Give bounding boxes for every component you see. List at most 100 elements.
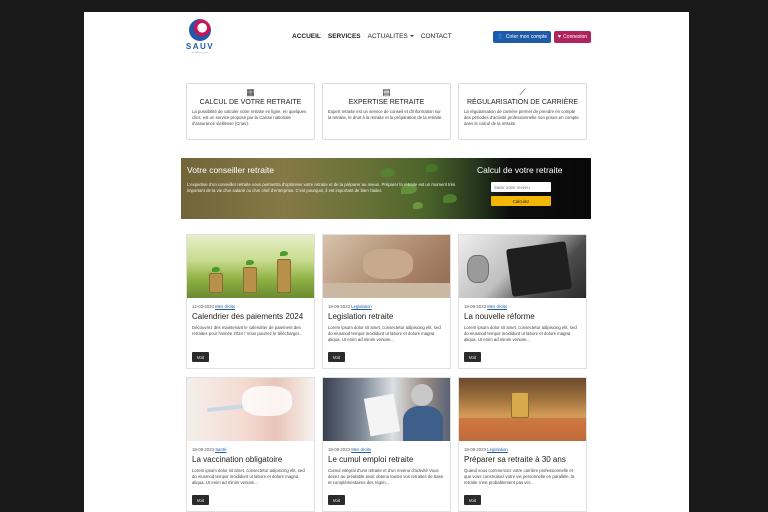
banner-text: L'expertise d'un conseiller retraite vou…: [187, 182, 456, 193]
browser-page: SAUV assurance retraite ACCUEIL SERVICES…: [84, 12, 689, 512]
article-card: 18-09-2023 Mes droits La nouvelle réform…: [458, 234, 587, 369]
woman-reading-image: [323, 378, 450, 441]
view-button[interactable]: Voir: [192, 352, 209, 362]
paper-shape: [363, 393, 401, 437]
card-title: La vaccination obligatoire: [192, 455, 283, 464]
article-card: 18-09-2023 Legislation Préparer sa retra…: [458, 377, 587, 512]
calculate-button[interactable]: Calculez: [491, 196, 551, 206]
nav-actualites-label: ACTUALITES: [367, 33, 408, 40]
card-category[interactable]: Legislation: [351, 304, 372, 309]
article-card: 18-09-2023 Mes droits Le cumul emploi re…: [322, 377, 451, 512]
chevron-down-icon: [409, 35, 414, 38]
elderly-hands-image: [323, 235, 450, 298]
card-date: 18-09-2023: [464, 447, 486, 452]
money-figurines-image: [459, 378, 586, 441]
card-text: Cumul intégral d'une retraite et d'un re…: [328, 468, 444, 485]
login-button[interactable]: ♥ Connexion: [554, 31, 591, 43]
banner-title: Votre conseiller retraite: [187, 165, 274, 175]
advisor-banner: Votre conseiller retraite L'expertise d'…: [181, 158, 591, 219]
create-account-button[interactable]: 👤 Créer mon compte: [493, 31, 551, 43]
sprout: [246, 260, 254, 265]
article-card: 18-09-2023 Legislation Legislation retra…: [322, 234, 451, 369]
card-title: Le cumul emploi retraite: [328, 455, 414, 464]
card-text: Quand vous commencez votre carrière prof…: [464, 468, 575, 485]
service-card-expertise[interactable]: ▤ EXPERTISE RETRAITE Expert retraite est…: [322, 83, 451, 140]
service-title: RÉGULARISATION DE CARRIÈRE: [466, 99, 579, 106]
coins-plants-image: [187, 235, 314, 298]
hands-shape: [363, 249, 413, 279]
article-card: 12-02-2024 Mes droits Calendrier des pai…: [186, 234, 315, 369]
calculator-shape: [505, 241, 573, 297]
card-date: 18-09-2023: [328, 304, 350, 309]
sprout: [212, 267, 220, 272]
article-card: 18-09-2023 Santé La vaccination obligato…: [186, 377, 315, 512]
syringe-shape: [206, 403, 248, 413]
coin-stack: [243, 267, 257, 293]
login-label: Connexion: [563, 34, 588, 40]
service-card-regularisation[interactable]: ⟋ RÉGULARISATION DE CARRIÈRE La régulari…: [458, 83, 587, 140]
card-text: Lorem ipsum dolor sit amet, consectetur …: [328, 325, 441, 342]
service-text: Expert retraite est un service de consei…: [328, 109, 443, 120]
chart-icon: ⟋: [519, 87, 526, 97]
card-category[interactable]: Mes droits: [351, 447, 371, 452]
calendar-icon: ▤: [382, 87, 391, 97]
income-input[interactable]: [491, 182, 551, 192]
card-date: 18-09-2023: [328, 447, 350, 452]
calculator-title: Calcul de votre retraite: [477, 165, 563, 175]
card-text: Lorem ipsum dolor sit amet, consectetur …: [192, 468, 305, 485]
card-meta: 18-09-2023 Santé: [192, 447, 309, 452]
heart-icon: ♥: [557, 34, 562, 40]
view-button[interactable]: Voir: [192, 495, 209, 505]
card-date: 18-09-2023: [192, 447, 214, 452]
user-plus-icon: 👤: [496, 34, 504, 40]
view-button[interactable]: Voir: [464, 495, 481, 505]
calculator-icon: ▦: [246, 87, 255, 97]
view-button[interactable]: Voir: [328, 352, 345, 362]
card-category[interactable]: Legislation: [487, 447, 508, 452]
service-title: EXPERTISE RETRAITE: [348, 99, 425, 106]
card-category[interactable]: Mes droits: [215, 304, 235, 309]
coin-stack: [467, 255, 489, 283]
card-title: Legislation retraite: [328, 312, 394, 321]
logo-icon: [189, 19, 211, 41]
body-shape: [403, 406, 443, 441]
card-category[interactable]: Mes droits: [487, 304, 507, 309]
navbar: SAUV assurance retraite ACCUEIL SERVICES…: [84, 12, 689, 60]
vaccination-image: [187, 378, 314, 441]
view-button[interactable]: Voir: [328, 495, 345, 505]
view-button[interactable]: Voir: [464, 352, 481, 362]
service-text: La régularisation de carrière permet de …: [464, 109, 579, 126]
card-title: Préparer sa retraite à 30 ans: [464, 455, 566, 464]
coin-stack: [209, 273, 223, 293]
card-category[interactable]: Santé: [215, 447, 226, 452]
glove-shape: [242, 386, 292, 416]
card-date: 18-09-2023: [464, 304, 486, 309]
coin-stack: [277, 259, 291, 293]
fabric-shape: [323, 283, 450, 298]
card-meta: 18-09-2023 Mes droits: [464, 304, 581, 309]
service-text: La possibilité de calculer votre retrait…: [192, 109, 307, 126]
calculator-coins-image: [459, 235, 586, 298]
nav-accueil[interactable]: ACCUEIL: [292, 33, 321, 40]
card-text: Lorem ipsum dolor sit amet, consectetur …: [464, 325, 577, 342]
logo-text: SAUV: [185, 42, 215, 51]
service-title: CALCUL DE VOTRE RETRAITE: [199, 99, 302, 106]
create-account-label: Créer mon compte: [505, 34, 548, 40]
service-card-calcul[interactable]: ▦ CALCUL DE VOTRE RETRAITE La possibilit…: [186, 83, 315, 140]
card-title: La nouvelle réforme: [464, 312, 535, 321]
card-meta: 18-09-2023 Legislation: [464, 447, 581, 452]
card-meta: 18-09-2023 Mes droits: [328, 447, 445, 452]
card-meta: 12-02-2024 Mes droits: [192, 304, 309, 309]
main-menu: ACCUEIL SERVICES ACTUALITES CONTACT: [292, 33, 452, 40]
card-text: Découvrez dès maintenant le calendrier d…: [192, 325, 303, 336]
card-date: 12-02-2024: [192, 304, 214, 309]
card-title: Calendrier des paiements 2024: [192, 312, 304, 321]
nav-services[interactable]: SERVICES: [328, 33, 361, 40]
logo[interactable]: SAUV assurance retraite: [183, 19, 217, 59]
logo-subtitle: assurance retraite: [191, 52, 208, 54]
banknotes-shape: [459, 418, 586, 441]
nav-contact[interactable]: CONTACT: [421, 33, 452, 40]
card-meta: 18-09-2023 Legislation: [328, 304, 445, 309]
nav-actualites[interactable]: ACTUALITES: [368, 33, 414, 40]
head-shape: [411, 384, 433, 406]
